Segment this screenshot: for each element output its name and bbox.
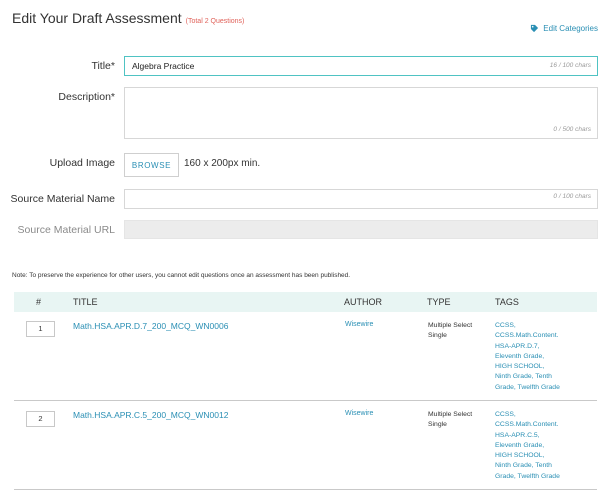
table-row: 2 Math.HSA.APR.C.5_200_MCQ_WN0012 Wisewi…	[14, 401, 597, 490]
title-label: Title*	[91, 60, 115, 72]
page-title-text: Edit Your Draft Assessment	[12, 10, 182, 26]
source-name-input[interactable]: 0 / 100 chars	[124, 189, 598, 209]
tag-icon	[531, 24, 539, 33]
tag-link[interactable]: Ninth Grade, Tenth	[495, 461, 575, 471]
source-url-label: Source Material URL	[17, 224, 115, 236]
question-order-input[interactable]: 1	[26, 321, 55, 337]
tag-link[interactable]: CCSS.Math.Content.	[495, 420, 575, 430]
upload-image-label: Upload Image	[49, 157, 115, 169]
title-char-count: 16 / 100 chars	[549, 62, 591, 69]
col-tags-header: TAGS	[495, 297, 519, 307]
question-type: Multiple Select Single	[428, 322, 473, 339]
title-input[interactable]: Algebra Practice 16 / 100 chars	[124, 56, 598, 76]
question-author-link[interactable]: Wisewire	[345, 321, 373, 328]
col-type-header: TYPE	[427, 297, 451, 307]
tag-link[interactable]: CCSS,	[495, 321, 575, 331]
source-url-input	[124, 220, 598, 239]
edit-categories-link[interactable]: Edit Categories	[530, 24, 598, 33]
tag-link[interactable]: HSA-APR.C.5,	[495, 431, 575, 441]
source-name-label: Source Material Name	[10, 193, 115, 205]
question-tags: CCSS, CCSS.Math.Content. HSA-APR.C.5, El…	[495, 410, 575, 482]
question-title-link[interactable]: Math.HSA.APR.C.5_200_MCQ_WN0012	[73, 410, 228, 420]
publish-note: Note: To preserve the experience for oth…	[12, 272, 351, 279]
tag-link[interactable]: CCSS,	[495, 410, 575, 420]
source-name-char-count: 0 / 100 chars	[553, 193, 591, 200]
questions-table-header: # TITLE AUTHOR TYPE TAGS	[14, 292, 597, 312]
browse-button[interactable]: BROWSE	[124, 153, 179, 177]
question-author-link[interactable]: Wisewire	[345, 410, 373, 417]
question-tags: CCSS, CCSS.Math.Content. HSA-APR.D.7, El…	[495, 321, 575, 393]
question-type: Multiple Select Single	[428, 411, 473, 428]
tag-link[interactable]: HSA-APR.D.7,	[495, 342, 575, 352]
question-count: (Total 2 Questions)	[185, 18, 245, 25]
tag-link[interactable]: HIGH SCHOOL,	[495, 362, 575, 372]
upload-size-hint: 160 x 200px min.	[184, 158, 261, 169]
question-title-link[interactable]: Math.HSA.APR.D.7_200_MCQ_WN0006	[73, 321, 228, 331]
col-author-header: AUTHOR	[344, 297, 382, 307]
tag-link[interactable]: Eleventh Grade,	[495, 441, 575, 451]
tag-link[interactable]: Grade, Twelfth Grade	[495, 383, 575, 393]
description-textarea[interactable]: 0 / 500 chars	[124, 87, 598, 139]
col-title-header: TITLE	[73, 297, 98, 307]
table-row: 1 Math.HSA.APR.D.7_200_MCQ_WN0006 Wisewi…	[14, 312, 597, 401]
tag-link[interactable]: HIGH SCHOOL,	[495, 451, 575, 461]
description-char-count: 0 / 500 chars	[553, 126, 591, 133]
edit-categories-label: Edit Categories	[543, 24, 598, 33]
tag-link[interactable]: Grade, Twelfth Grade	[495, 472, 575, 482]
tag-link[interactable]: Eleventh Grade,	[495, 352, 575, 362]
question-order-input[interactable]: 2	[26, 411, 55, 427]
tag-link[interactable]: Ninth Grade, Tenth	[495, 372, 575, 382]
col-num-header: #	[36, 297, 42, 307]
page-title: Edit Your Draft Assessment (Total 2 Quest…	[12, 10, 244, 26]
title-input-value: Algebra Practice	[132, 61, 195, 71]
description-label: Description*	[58, 91, 115, 103]
tag-link[interactable]: CCSS.Math.Content.	[495, 331, 575, 341]
